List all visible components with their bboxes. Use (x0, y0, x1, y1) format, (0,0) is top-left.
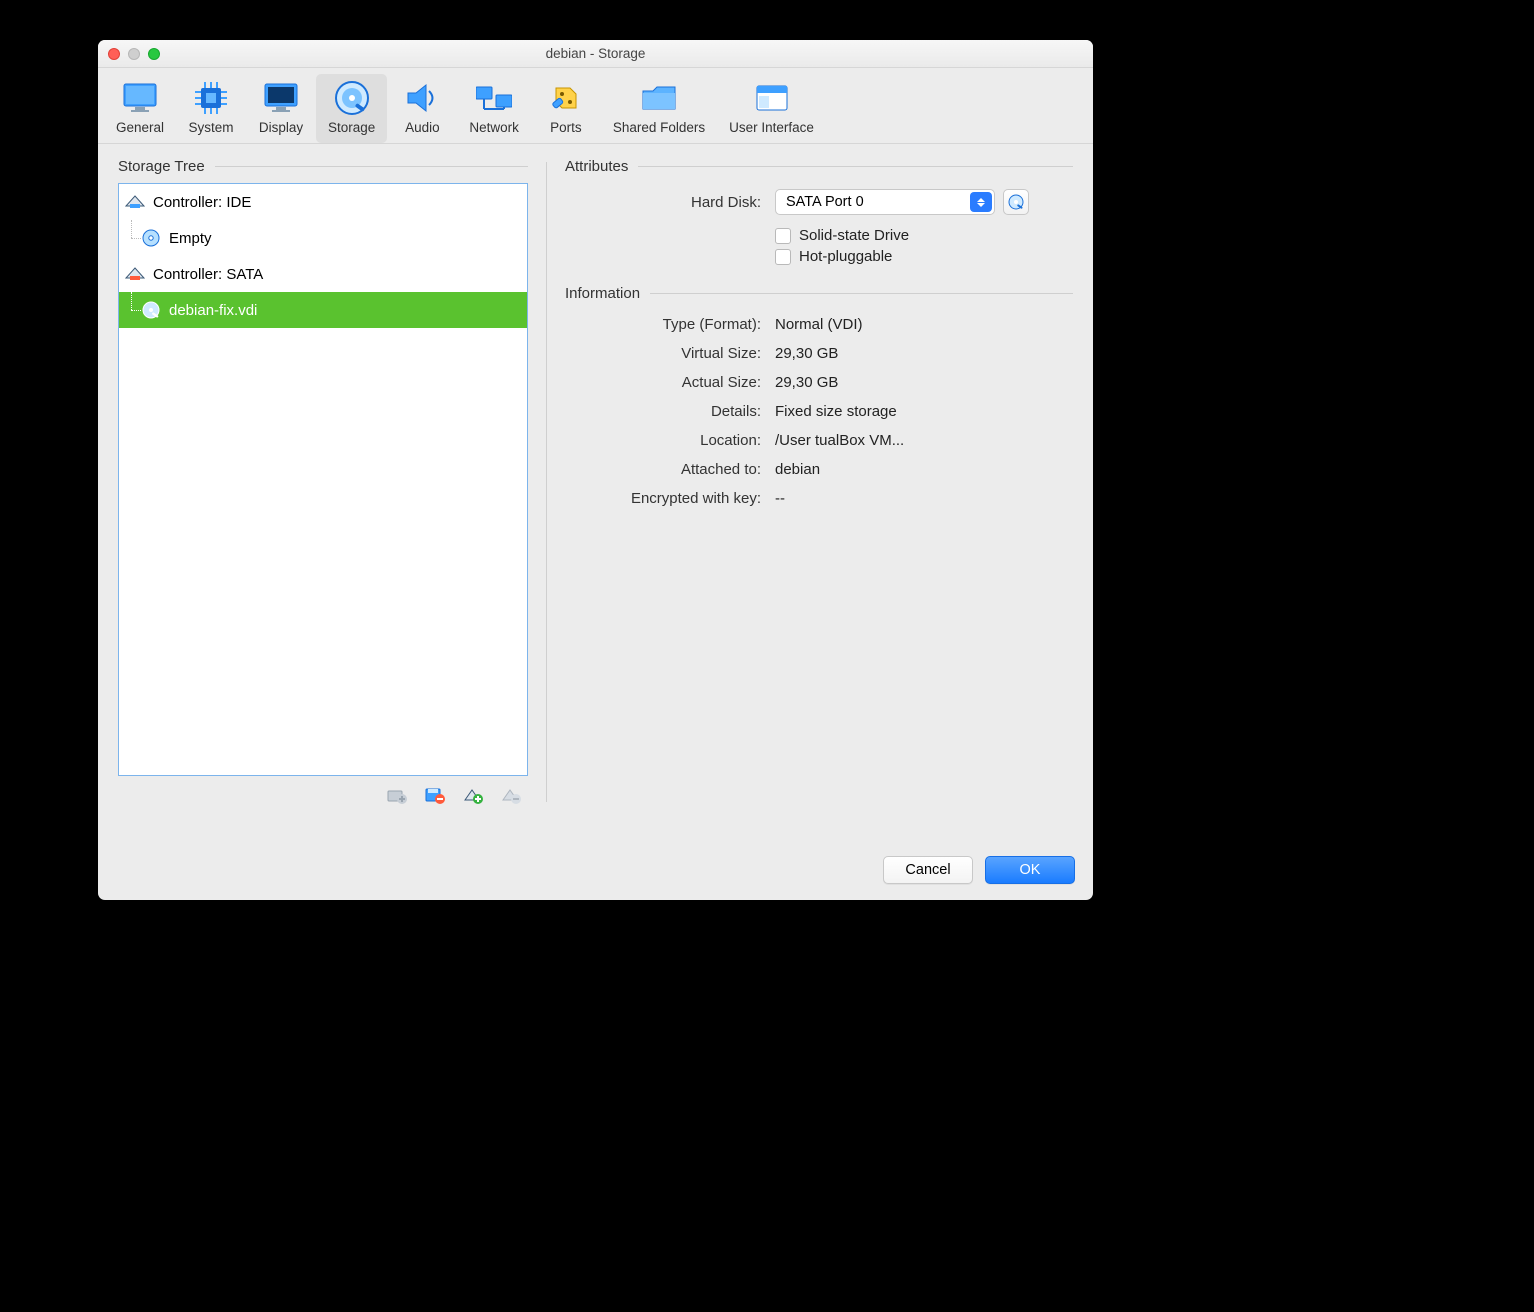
chip-icon (193, 80, 229, 116)
harddisk-icon (334, 80, 370, 116)
dialog-footer: Cancel OK (98, 840, 1093, 900)
titlebar: debian - Storage (98, 40, 1093, 68)
hdd-debian-fix[interactable]: debian-fix.vdi (119, 292, 527, 328)
tab-storage[interactable]: Storage (316, 74, 387, 143)
information-title: Information (565, 285, 640, 302)
tab-label: Storage (328, 120, 375, 135)
choose-disk-button[interactable] (1003, 189, 1029, 215)
chevron-updown-icon (970, 192, 992, 212)
pane-divider (546, 162, 547, 802)
details-value: Fixed size storage (775, 403, 1073, 420)
tab-shared-folders[interactable]: Shared Folders (601, 74, 717, 143)
controller-ide[interactable]: Controller: IDE (119, 184, 527, 220)
tab-label: Display (259, 120, 303, 135)
divider (638, 166, 1073, 167)
folder-icon (641, 80, 677, 116)
divider (650, 293, 1073, 294)
tab-label: User Interface (729, 120, 814, 135)
tab-label: Shared Folders (613, 120, 705, 135)
location-value: /User tualBox VM... (775, 432, 1073, 449)
settings-window: debian - Storage General System Display (98, 40, 1093, 900)
location-label: Location: (565, 432, 775, 449)
virtual-size-value: 29,30 GB (775, 345, 1073, 362)
hotplug-checkbox[interactable]: Hot-pluggable (775, 248, 892, 265)
ok-button[interactable]: OK (985, 856, 1075, 884)
remove-controller-icon (500, 784, 522, 806)
tab-ports[interactable]: Ports (531, 74, 601, 143)
optical-label: Empty (169, 230, 212, 247)
controller-label: Controller: IDE (153, 194, 251, 211)
add-attachment-icon[interactable] (462, 784, 484, 806)
disc-icon (141, 228, 161, 248)
attributes-title: Attributes (565, 158, 628, 175)
hdd-icon (141, 300, 161, 320)
tab-general[interactable]: General (104, 74, 176, 143)
storage-tree[interactable]: Controller: IDE Empty Controller: SATA (118, 183, 528, 776)
storage-tree-title: Storage Tree (118, 158, 205, 175)
ssd-checkbox[interactable]: Solid-state Drive (775, 227, 909, 244)
hard-disk-select[interactable]: SATA Port 0 (775, 189, 995, 215)
ports-icon (548, 80, 584, 116)
actual-size-value: 29,30 GB (775, 374, 1073, 391)
window-title: debian - Storage (98, 46, 1093, 61)
controller-label: Controller: SATA (153, 266, 263, 283)
hdd-label: debian-fix.vdi (169, 302, 257, 319)
attached-to-value: debian (775, 461, 1073, 478)
tab-label: Network (469, 120, 519, 135)
monitor-icon (122, 80, 158, 116)
actual-size-label: Actual Size: (565, 374, 775, 391)
tab-system[interactable]: System (176, 74, 246, 143)
settings-toolbar: General System Display Storage (98, 68, 1093, 144)
add-controller-icon (386, 784, 408, 806)
hard-disk-value: SATA Port 0 (786, 194, 864, 210)
tab-audio[interactable]: Audio (387, 74, 457, 143)
type-label: Type (Format): (565, 316, 775, 333)
divider (215, 166, 528, 167)
tab-label: Audio (405, 120, 440, 135)
hotplug-label: Hot-pluggable (799, 248, 892, 265)
tab-label: Ports (550, 120, 582, 135)
tree-toolbar (118, 776, 528, 806)
optical-drive-empty[interactable]: Empty (119, 220, 527, 256)
remove-attachment-icon[interactable] (424, 784, 446, 806)
encrypted-value: -- (775, 490, 1073, 507)
controller-sata[interactable]: Controller: SATA (119, 256, 527, 292)
hard-disk-label: Hard Disk: (565, 194, 775, 211)
virtual-size-label: Virtual Size: (565, 345, 775, 362)
window-ui-icon (754, 80, 790, 116)
tab-label: General (116, 120, 164, 135)
type-value: Normal (VDI) (775, 316, 1073, 333)
cancel-button[interactable]: Cancel (883, 856, 973, 884)
controller-icon (125, 192, 145, 212)
tab-user-interface[interactable]: User Interface (717, 74, 826, 143)
ssd-label: Solid-state Drive (799, 227, 909, 244)
attached-to-label: Attached to: (565, 461, 775, 478)
tab-display[interactable]: Display (246, 74, 316, 143)
controller-icon (125, 264, 145, 284)
network-icon (476, 80, 512, 116)
speaker-icon (404, 80, 440, 116)
details-label: Details: (565, 403, 775, 420)
tab-label: System (189, 120, 234, 135)
tab-network[interactable]: Network (457, 74, 531, 143)
encrypted-label: Encrypted with key: (565, 490, 775, 507)
display-icon (263, 80, 299, 116)
